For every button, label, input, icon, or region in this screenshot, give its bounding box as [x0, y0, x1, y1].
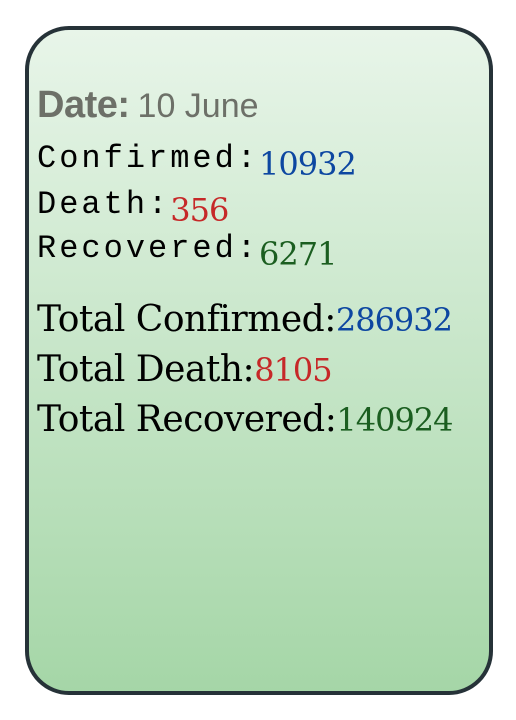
- daily-death-label: Death:: [37, 186, 171, 223]
- daily-death-value: 356: [170, 191, 229, 229]
- total-recovered-label: Total Recovered:: [37, 399, 337, 440]
- total-confirmed-row: Total Confirmed:286932: [37, 299, 453, 340]
- stats-card: Date: 10 June Confirmed:10932 Death:356 R…: [25, 26, 493, 695]
- total-death-value: 8105: [254, 351, 332, 389]
- total-confirmed-value: 286932: [335, 301, 453, 339]
- date-row: Date: 10 June: [37, 86, 259, 124]
- date-value: 10 June: [137, 87, 259, 125]
- total-death-label: Total Death:: [37, 349, 255, 390]
- daily-recovered-label: Recovered:: [37, 230, 260, 267]
- total-recovered-row: Total Recovered:140924: [37, 399, 454, 440]
- daily-recovered-value: 6271: [259, 235, 337, 273]
- date-label: Date:: [37, 84, 130, 126]
- total-recovered-value: 140924: [336, 401, 453, 439]
- daily-confirmed-value: 10932: [259, 145, 357, 183]
- total-death-row: Total Death:8105: [37, 349, 333, 390]
- total-confirmed-label: Total Confirmed:: [37, 299, 336, 340]
- daily-recovered-row: Recovered:6271: [37, 230, 337, 271]
- daily-death-row: Death:356: [37, 186, 229, 227]
- daily-confirmed-row: Confirmed:10932: [37, 140, 357, 181]
- daily-confirmed-label: Confirmed:: [37, 140, 260, 177]
